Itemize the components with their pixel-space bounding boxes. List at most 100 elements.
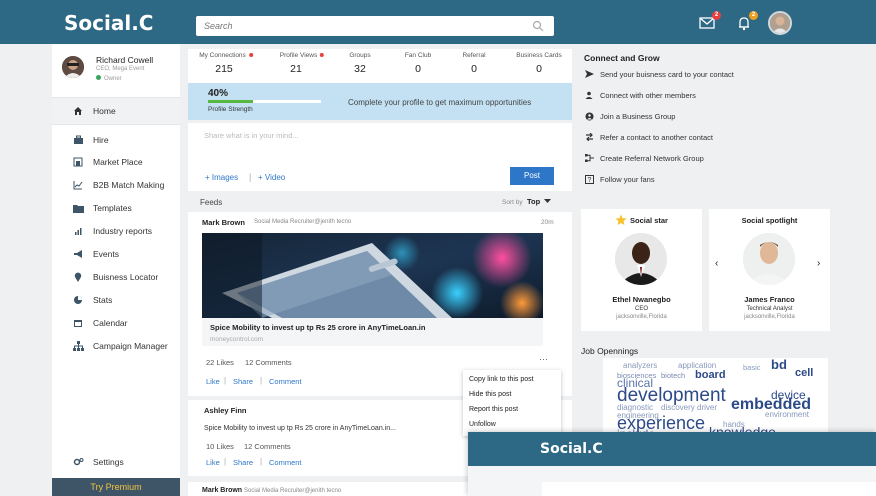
add-images-button[interactable]: + Images (205, 173, 238, 182)
link-preview[interactable]: Spice Mobility to invest up tp Rs 25 cro… (202, 318, 543, 346)
calendar-icon (72, 317, 84, 329)
sidebar-item-buisness-locator[interactable]: Buisness Locator (72, 270, 158, 284)
separator: | (224, 457, 227, 466)
search-box[interactable] (196, 16, 554, 36)
menu-item-hide-post[interactable]: Hide this post (463, 387, 561, 402)
comment-button[interactable]: Comment (269, 377, 302, 386)
stat-label-groups[interactable]: Groups (349, 52, 370, 59)
job-keyword[interactable]: analyzers (623, 361, 657, 370)
search-icon[interactable] (532, 20, 544, 32)
connect-item-follow-fans[interactable]: ? Follow your fans (584, 174, 655, 184)
sidebar-item-b2b-match-making[interactable]: B2B Match Making (72, 178, 164, 192)
social-star-photo[interactable] (615, 233, 667, 285)
stat-label-referral[interactable]: Referral (462, 52, 485, 59)
sidebar-item-home[interactable]: Home (72, 104, 116, 118)
megaphone-icon (72, 248, 84, 260)
stat-label-fan-club[interactable]: Fan Club (405, 52, 431, 59)
sort-value: Top (527, 197, 541, 206)
overlay-logo[interactable]: Social.C (540, 441, 603, 457)
sort-dropdown[interactable]: Top (527, 197, 552, 206)
post-text-input[interactable]: Share what is in your mind... (204, 131, 299, 140)
search-input[interactable] (196, 16, 516, 36)
job-keyword[interactable]: basic (743, 363, 761, 372)
post-button[interactable]: Post (510, 167, 554, 185)
sidebar-item-settings[interactable]: Settings (72, 455, 124, 469)
menu-item-copy-link[interactable]: Copy link to this post (463, 372, 561, 387)
social-spotlight-role: Technical Analyst (746, 306, 793, 312)
chevron-left-icon[interactable]: ‹ (715, 258, 718, 269)
stat-label-business-cards[interactable]: Business Cards (516, 52, 562, 59)
sidebar-item-templates[interactable]: Templates (72, 201, 132, 215)
job-keyword[interactable]: board (695, 369, 726, 381)
sidebar-item-stats[interactable]: Stats (72, 293, 112, 307)
notifications-button[interactable]: 2 (735, 11, 758, 34)
likes-count[interactable]: 22 Likes (206, 358, 234, 367)
menu-item-unfollow[interactable]: Unfollow (463, 417, 561, 432)
profile-name[interactable]: Richard Cowell (96, 55, 153, 65)
profile-summary[interactable]: Richard Cowell CEO, Mega Event Owner (60, 52, 180, 92)
try-premium-button[interactable]: Try Premium (52, 478, 180, 496)
job-keyword[interactable]: bd (771, 358, 787, 372)
job-keyword[interactable]: biotech (661, 371, 685, 380)
connect-item-join-group[interactable]: Join a Business Group (584, 111, 675, 121)
sidebar-item-hire[interactable]: Hire (72, 133, 109, 147)
sidebar-item-industry-reports[interactable]: Industry reports (72, 224, 152, 238)
post-image[interactable] (202, 233, 543, 318)
post-author[interactable]: Mark Brown (202, 218, 245, 227)
profile-avatar-image (62, 56, 84, 78)
stat-value-my-connections[interactable]: 215 (215, 63, 233, 75)
stat-value-fan-club[interactable]: 0 (415, 63, 421, 75)
add-video-button[interactable]: + Video (258, 173, 285, 182)
sidebar-item-market-place[interactable]: Market Place (72, 155, 143, 169)
sidebar-item-label: Campaign Manager (93, 341, 168, 351)
messages-button[interactable]: 2 (698, 11, 721, 34)
connect-item-connect-members[interactable]: Connect with other members (584, 90, 696, 100)
user-avatar[interactable] (768, 11, 792, 35)
overlay-window[interactable]: Social.C (468, 432, 876, 496)
profile-strength-banner[interactable]: 40% Profile Strength Complete your profi… (188, 83, 572, 120)
share-button[interactable]: Share (233, 377, 253, 386)
connect-item-refer-contact[interactable]: Refer a contact to another contact (584, 132, 713, 142)
job-keyword[interactable]: discovery (661, 403, 695, 412)
fans-icon: ? (584, 174, 594, 184)
separator: | (260, 376, 263, 385)
connect-item-create-network[interactable]: Create Referral Network Group (584, 153, 704, 163)
chevron-right-icon[interactable]: › (817, 258, 820, 269)
job-word-cloud[interactable]: analyzers application basic bd bioscienc… (603, 358, 828, 438)
sidebar-item-campaign-manager[interactable]: Campaign Manager (72, 339, 168, 353)
overlay-topbar: Social.C (468, 432, 876, 466)
comments-count[interactable]: 12 Comments (244, 442, 291, 451)
connect-item-label: Create Referral Network Group (600, 153, 704, 163)
comment-button[interactable]: Comment (269, 458, 302, 467)
like-button[interactable]: Like (206, 458, 220, 467)
stat-value-business-cards[interactable]: 0 (536, 63, 542, 75)
social-spotlight-photo[interactable] (743, 233, 795, 285)
sidebar-item-events[interactable]: Events (72, 247, 119, 261)
app-logo[interactable]: Social.C (64, 11, 153, 35)
post-author[interactable]: Mark Brown (202, 487, 242, 494)
social-star-card[interactable]: Social star Ethel Nwanegbo CEO jacksonvi… (581, 209, 702, 331)
social-star-photo-image (615, 233, 667, 285)
stat-value-groups[interactable]: 32 (354, 63, 366, 75)
job-keyword[interactable]: driver (697, 403, 717, 412)
job-keyword[interactable]: environment (765, 410, 809, 419)
likes-count[interactable]: 10 Likes (206, 442, 234, 451)
connect-item-send-card[interactable]: Send your buisness card to your contact (584, 69, 734, 79)
job-keyword[interactable]: cell (795, 367, 813, 379)
profile-avatar[interactable] (62, 56, 84, 78)
like-button[interactable]: Like (206, 377, 220, 386)
sidebar-item-calendar[interactable]: Calendar (72, 316, 128, 330)
comments-count[interactable]: 12 Comments (245, 358, 292, 367)
stat-value-referral[interactable]: 0 (471, 63, 477, 75)
post-author[interactable]: Ashley Finn (204, 406, 247, 415)
social-star-name[interactable]: Ethel Nwanegbo (581, 295, 702, 304)
social-spotlight-card[interactable]: Social spotlight ‹ › James Franco Techni… (709, 209, 830, 331)
social-spotlight-name[interactable]: James Franco (709, 295, 830, 304)
stat-label-profile-views[interactable]: Profile Views (280, 52, 325, 59)
more-options-icon[interactable]: ··· (539, 354, 548, 364)
social-star-title: Social star (630, 215, 668, 225)
share-button[interactable]: Share (233, 458, 253, 467)
stat-value-profile-views[interactable]: 21 (290, 63, 302, 75)
stat-label-my-connections[interactable]: My Connections (199, 52, 253, 59)
menu-item-report-post[interactable]: Report this post (463, 402, 561, 417)
